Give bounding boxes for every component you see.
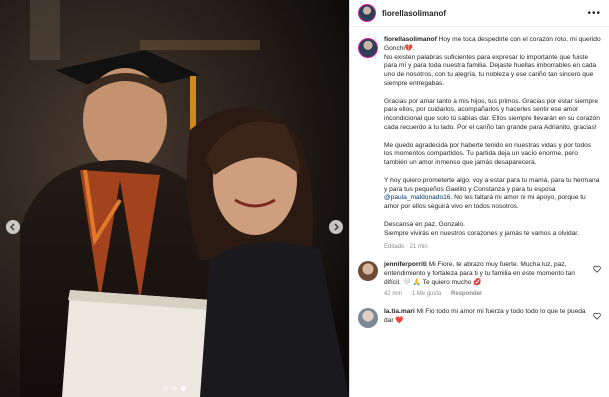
post-side-panel: fiorellasolimanof ••• fiorellasolimanof … <box>349 0 609 397</box>
comment-meta: 42 min 1 Me gusta Responder <box>384 290 588 299</box>
caption-meta: Editado · 21 min <box>384 244 428 251</box>
post-header: fiorellasolimanof ••• <box>350 0 609 27</box>
reply-button[interactable]: Responder <box>451 291 482 297</box>
more-horizontal-icon[interactable]: ••• <box>587 8 601 19</box>
avatar[interactable] <box>358 38 378 58</box>
caption-p2: No existen palabras suficientes para exp… <box>384 53 597 87</box>
avatar[interactable] <box>358 260 378 281</box>
carousel-dot <box>163 386 168 391</box>
chevron-right-icon <box>334 223 339 231</box>
post-caption: fiorellasolimanof Hoy me toca despedirte… <box>358 36 601 252</box>
carousel-dot <box>172 386 177 391</box>
carousel-next-button[interactable] <box>329 220 343 234</box>
caption-p4: Me quedo agradecida por haberte tenido e… <box>384 141 592 167</box>
chevron-left-icon <box>10 223 15 231</box>
comments-section: fiorellasolimanof Hoy me toca despedirte… <box>350 36 609 397</box>
caption-p6-line2: Siempre vivirás en nuestros corazones y … <box>384 229 579 237</box>
caption-p6-line1: Descansa en paz, Gonzalo. <box>384 220 466 228</box>
caption-body: fiorellasolimanof Hoy me toca despedirte… <box>384 36 601 252</box>
avatar[interactable] <box>358 4 376 22</box>
carousel-dot <box>181 386 186 391</box>
comment-item: jenniferporriti Mi Fiore, te abrazo muy … <box>358 260 601 299</box>
comment-body: jenniferporriti Mi Fiore, te abrazo muy … <box>384 261 588 299</box>
post-photo[interactable] <box>0 0 349 397</box>
comment-text: Mi Fio todo mi amor mi fuerza y todo tod… <box>384 308 586 324</box>
carousel-prev-button[interactable] <box>6 220 20 234</box>
heart-icon[interactable] <box>593 265 601 273</box>
avatar[interactable] <box>358 308 378 329</box>
caption-username[interactable]: fiorellasolimanof <box>384 36 437 43</box>
comment-likes[interactable]: 1 Me gusta <box>412 291 442 297</box>
instagram-post-viewer: fiorellasolimanof ••• fiorellasolimanof … <box>0 0 609 397</box>
comment-body: la.tia.mari Mi Fio todo mi amor mi fuerz… <box>384 308 588 328</box>
post-author-username[interactable]: fiorellasolimanof <box>382 9 446 18</box>
comment-username[interactable]: jenniferporriti <box>384 261 427 268</box>
mention-link[interactable]: @paula_maldonado16 <box>384 194 450 201</box>
graduation-photo-image <box>0 0 349 397</box>
comment-time: 42 min <box>384 291 403 298</box>
comment-item: la.tia.mari Mi Fio todo mi amor mi fuerz… <box>358 308 601 329</box>
caption-p3: Gracias por amar tanto a mis hijos, tus … <box>384 97 600 131</box>
comment-username[interactable]: la.tia.mari <box>384 308 415 315</box>
caption-p5-start: Y hoy quiero prometerte algo: voy a esta… <box>384 176 600 193</box>
carousel-indicator <box>0 386 349 391</box>
heart-icon[interactable] <box>593 312 601 320</box>
